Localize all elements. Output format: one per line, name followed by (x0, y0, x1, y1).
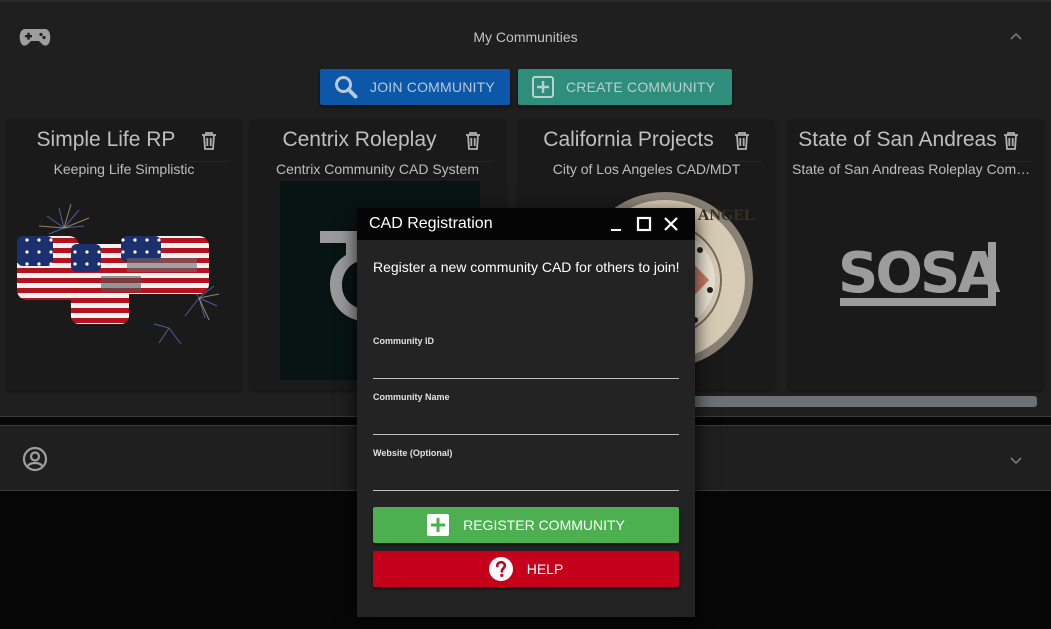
trash-icon (735, 132, 749, 150)
dialog-titlebar: CAD Registration (357, 208, 695, 240)
chevron-down-icon[interactable] (1008, 452, 1024, 468)
add-box-icon (532, 76, 554, 98)
join-community-label: JOIN COMMUNITY (370, 79, 495, 95)
panel-title: My Communities (473, 29, 578, 45)
community-name-input[interactable] (373, 411, 679, 435)
community-card-subtitle: State of San Andreas Roleplay Community (792, 161, 1039, 177)
register-community-button[interactable]: REGISTER COMMUNITY (373, 507, 679, 543)
trash-icon (466, 132, 480, 150)
close-icon[interactable] (662, 215, 680, 233)
community-card-title: State of San Andreas (798, 128, 997, 151)
community-name-label: Community Name (373, 392, 450, 402)
trash-icon (202, 132, 216, 150)
dialog-title: CAD Registration (369, 215, 493, 232)
community-card[interactable]: Simple Life RP Keeping Life Simplistic (7, 120, 241, 390)
chevron-up-icon[interactable] (1008, 29, 1024, 45)
delete-button[interactable] (453, 130, 493, 162)
register-community-label: REGISTER COMMUNITY (463, 517, 625, 533)
account-circle-icon (22, 446, 48, 472)
help-label: HELP (526, 561, 564, 577)
community-card-subtitle: Centrix Community CAD System (275, 161, 480, 177)
add-box-icon (427, 514, 450, 536)
delete-button[interactable] (189, 130, 229, 162)
trash-icon (1004, 132, 1018, 150)
maximize-icon[interactable] (635, 215, 653, 233)
help-button[interactable]: HELP (373, 551, 679, 587)
community-id-label: Community ID (373, 336, 435, 346)
cad-registration-dialog: CAD Registration Register a new communit… (357, 208, 695, 617)
community-card-subtitle: City of Los Angeles CAD/MDT (552, 161, 741, 177)
minimize-icon[interactable] (608, 215, 626, 233)
create-community-button[interactable]: CREATE COMMUNITY (518, 69, 732, 105)
horizontal-scrollbar[interactable] (690, 396, 1037, 407)
dialog-intro-text: Register a new community CAD for others … (373, 259, 680, 275)
delete-button[interactable] (991, 130, 1031, 162)
sosa-logo: SOSA (838, 241, 1000, 306)
community-card-title: California Projects (543, 128, 714, 151)
create-community-label: CREATE COMMUNITY (566, 79, 716, 95)
website-input[interactable] (373, 467, 679, 491)
website-label: Website (Optional) (373, 448, 453, 458)
join-community-button[interactable]: JOIN COMMUNITY (320, 69, 510, 105)
community-logo (17, 203, 220, 345)
community-card-subtitle: Keeping Life Simplistic (53, 161, 195, 177)
delete-button[interactable] (722, 130, 762, 162)
community-card[interactable]: State of San Andreas State of San Andrea… (788, 120, 1043, 390)
community-card-title: Simple Life RP (36, 128, 176, 151)
search-icon (335, 76, 358, 99)
community-id-input[interactable] (373, 355, 679, 379)
svg-text:SOSA: SOSA (838, 241, 1000, 306)
community-card-title: Centrix Roleplay (282, 128, 437, 151)
help-circle-icon (488, 557, 513, 581)
